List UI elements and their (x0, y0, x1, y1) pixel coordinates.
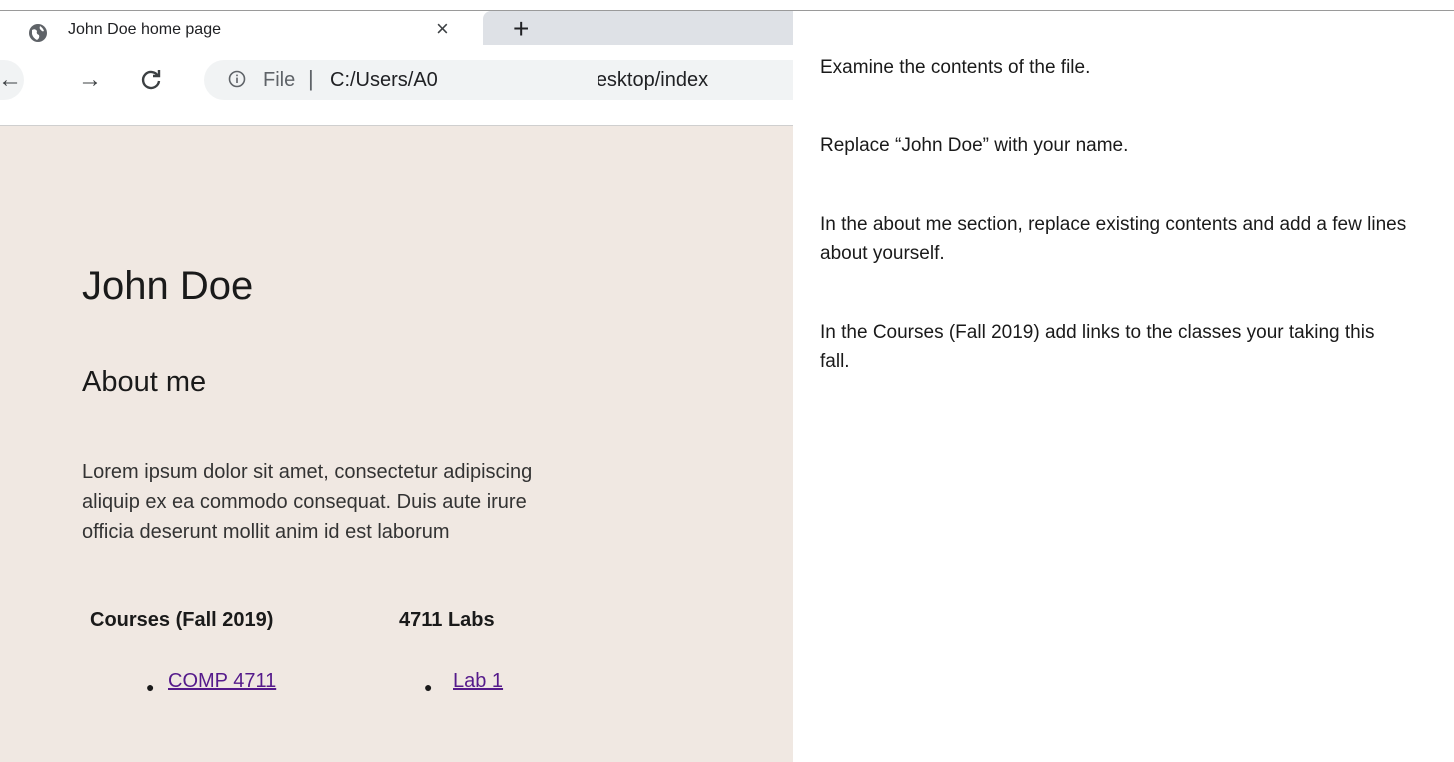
reload-icon[interactable] (140, 69, 162, 91)
instruction-about-me: In the about me section, replace existin… (820, 214, 1407, 264)
url-scheme-label: File (263, 69, 296, 91)
globe-icon (29, 24, 47, 42)
course-link-comp-4711[interactable]: COMP 4711 (168, 670, 276, 693)
close-tab-icon[interactable]: × (436, 17, 449, 41)
url-separator: | (308, 66, 314, 91)
about-line: aliquip ex ea commodo consequat. Duis au… (82, 491, 527, 513)
tab-bar: John Doe home page × + (0, 11, 793, 45)
tab-strip (483, 11, 793, 45)
new-tab-button[interactable]: + (513, 15, 529, 43)
lab-link-lab-1[interactable]: Lab 1 (453, 670, 503, 693)
browser-tab[interactable]: John Doe home page × (0, 11, 483, 45)
bullet-icon: ● (424, 679, 433, 695)
forward-arrow-icon[interactable]: → (78, 65, 102, 95)
browser-screenshot: John Doe home page × + ← → File | C:/Use… (0, 11, 793, 762)
info-icon[interactable] (228, 70, 246, 88)
tab-title: John Doe home page (68, 21, 221, 38)
page-viewport: John Doe About me Lorem ipsum dolor sit … (0, 126, 793, 762)
redaction-block (458, 65, 598, 97)
page-title: John Doe (82, 264, 254, 308)
about-heading: About me (82, 366, 207, 398)
browser-toolbar: ← → File | C:/Users/A0/Desktop/index (0, 45, 793, 126)
about-line: Lorem ipsum dolor sit amet, consectetur … (82, 461, 533, 483)
instruction-courses: In the Courses (Fall 2019) add links to … (820, 322, 1375, 372)
bullet-icon: ● (146, 679, 155, 695)
about-paragraph: Lorem ipsum dolor sit amet, consectetur … (82, 457, 793, 547)
url-prefix: C:/Users/A0 (330, 69, 438, 91)
instruction-examine: Examine the contents of the file. (820, 57, 1091, 78)
instruction-replace-name: Replace “John Doe” with your name. (820, 135, 1129, 156)
back-arrow-icon[interactable]: ← (0, 65, 22, 95)
courses-heading: Courses (Fall 2019) (90, 609, 274, 631)
about-line: officia deserunt mollit anim id est labo… (82, 521, 450, 543)
labs-heading: 4711 Labs (399, 609, 495, 631)
